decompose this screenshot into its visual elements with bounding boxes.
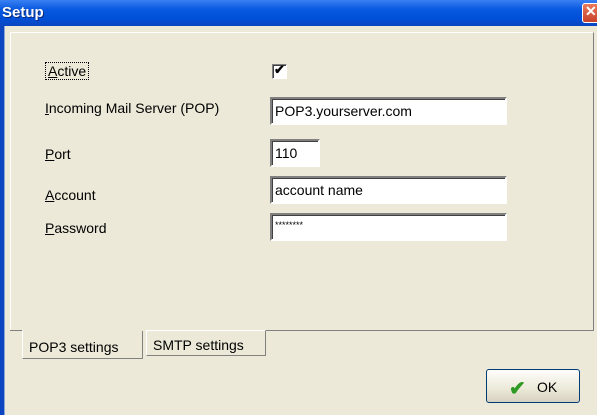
- password-label: Password: [45, 220, 107, 236]
- port-label: Port: [45, 146, 71, 162]
- account-input[interactable]: [270, 176, 507, 204]
- active-label[interactable]: Active: [45, 62, 90, 80]
- tab-strip-line: [10, 330, 22, 331]
- tab-pop3-settings[interactable]: POP3 settings: [22, 331, 143, 359]
- port-input[interactable]: [270, 139, 320, 167]
- window-frame-highlight: [4, 26, 5, 415]
- server-label: Incoming Mail Server (POP): [45, 100, 220, 116]
- active-label-text: Active: [48, 63, 87, 79]
- window-title: Setup: [2, 4, 44, 21]
- password-input[interactable]: ********: [270, 213, 507, 241]
- server-input[interactable]: [270, 97, 507, 125]
- ok-button-label: OK: [537, 379, 558, 395]
- checkmark-icon: ✔: [509, 378, 526, 400]
- tab-smtp-settings[interactable]: SMTP settings: [146, 330, 266, 356]
- account-label: Account: [45, 187, 96, 203]
- active-checkbox[interactable]: ✔: [272, 62, 287, 79]
- close-button[interactable]: ✕: [582, 3, 597, 23]
- tab-strip-line: [266, 330, 594, 331]
- close-icon: ✕: [585, 3, 597, 19]
- checkmark-icon: ✔: [274, 62, 285, 77]
- title-bar[interactable]: Setup ✕: [0, 0, 597, 26]
- ok-button[interactable]: ✔ OK: [486, 369, 580, 403]
